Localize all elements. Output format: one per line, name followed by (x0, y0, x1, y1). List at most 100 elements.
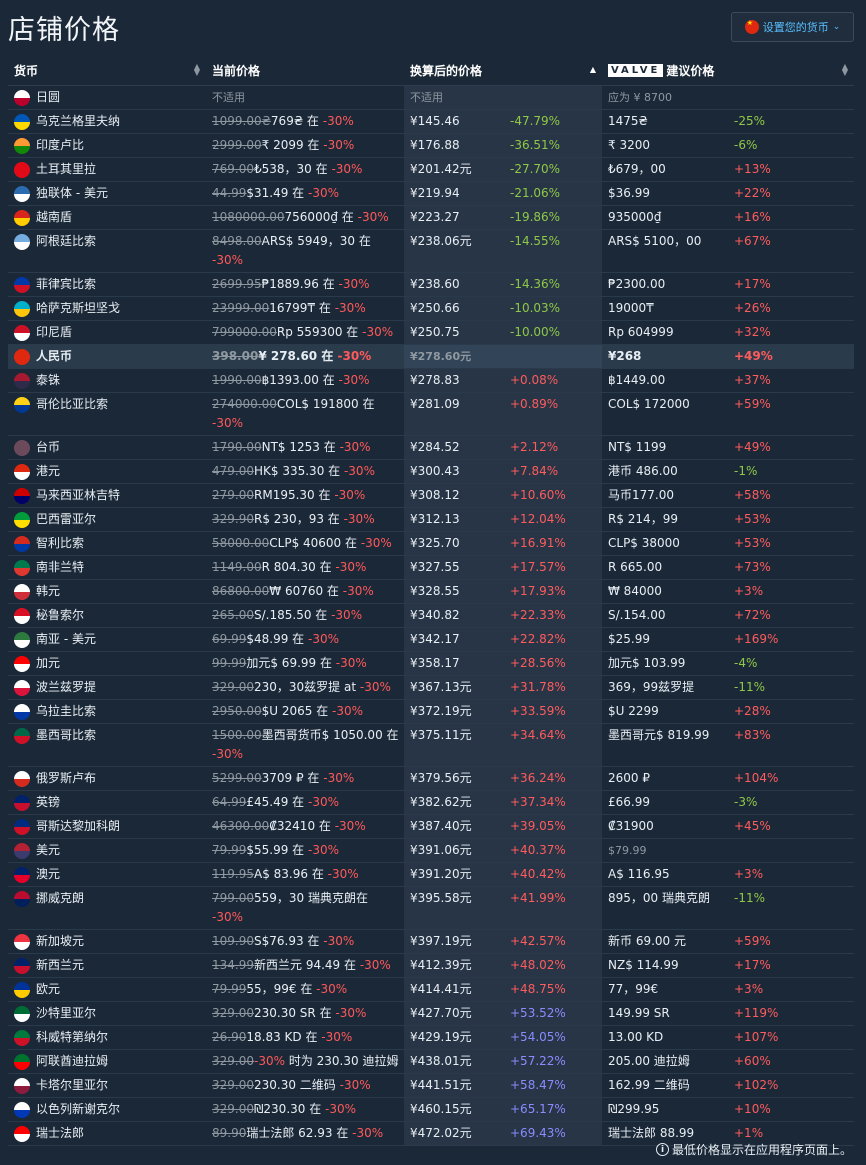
sale-price: $55.99 在 (246, 843, 308, 857)
converted-diff-cell: +17.57% (504, 556, 602, 579)
sale-price: $U 2065 在 (261, 704, 333, 718)
converted-diff: -27.70% (510, 162, 561, 176)
discount-label: -30% (316, 982, 348, 996)
converted-diff-cell: +57.22% (504, 1050, 602, 1073)
recommended-price: 墨西哥元$ 819.99 (608, 728, 710, 742)
converted-diff-cell: +39.05% (504, 815, 602, 838)
recommended-diff: +49% (734, 440, 771, 454)
converted-price-cell: ¥238.06元 (404, 230, 504, 272)
current-price-cell: 398.00¥ 278.60 在 -30% (206, 345, 404, 368)
flag-icon (14, 536, 30, 552)
recommended-diff: +37% (734, 373, 771, 387)
sale-price: RM195.30 在 (254, 488, 335, 502)
recommended-diff-cell: +119% (728, 1002, 854, 1025)
currency-name: 菲律宾比索 (36, 277, 97, 291)
original-price: 479.00 (212, 464, 254, 478)
currency-name: 泰铢 (36, 373, 61, 387)
currency-cell: 日圆 (8, 86, 206, 109)
currency-cell: 人民币 (8, 345, 206, 368)
converted-diff-cell: +31.78% (504, 676, 602, 699)
set-currency-button[interactable]: 设置您的货币 ⌄ (731, 12, 854, 42)
table-row: 乌克兰格里夫纳 1099.00₴769₴ 在 -30% ¥145.46 -47.… (8, 110, 854, 134)
recommended-diff: -3% (734, 795, 758, 809)
recommended-price: 13.00 KD (608, 1030, 664, 1044)
converted-price-cell: ¥278.83 (404, 369, 504, 392)
recommended-price: R 665.00 (608, 560, 663, 574)
header-converted-price[interactable]: 换算后的价格 ▲ (404, 56, 602, 85)
recommended-price: $U 2299 (608, 704, 659, 718)
converted-diff: +17.93% (510, 584, 566, 598)
recommended-price: Rp 604999 (608, 325, 674, 339)
sale-price: 559，30 瑞典克朗在 (254, 891, 368, 905)
sale-price: $31.49 在 (246, 186, 308, 200)
currency-cell: 沙特里亚尔 (8, 1002, 206, 1025)
currency-cell: 加元 (8, 652, 206, 675)
current-price-cell: 8498.00ARS$ 5949，30 在 -30% (206, 230, 404, 272)
recommended-price-cell: ₺679，00 (602, 158, 728, 181)
recommended-price-cell: R 665.00 (602, 556, 728, 579)
table-row: 欧元 79.9955，99€ 在 -30% ¥414.41元 +48.75% 7… (8, 978, 854, 1002)
converted-price-cell: ¥281.09 (404, 393, 504, 435)
table-row: 墨西哥比索 1500.00墨西哥货币$ 1050.00 在 -30% ¥375.… (8, 724, 854, 767)
current-price-cell: 329.00230，30兹罗提 at -30% (206, 676, 404, 699)
converted-diff-cell: -14.55% (504, 230, 602, 272)
converted-price-cell: ¥284.52 (404, 436, 504, 459)
converted-price-cell: ¥460.15元 (404, 1098, 504, 1121)
recommended-diff: +102% (734, 1078, 779, 1092)
currency-name: 人民币 (36, 349, 73, 363)
converted-diff-cell: +69.43% (504, 1122, 602, 1145)
sale-price: 加元$ 69.99 在 (246, 656, 336, 670)
sort-asc-icon[interactable]: ▲ (590, 66, 596, 74)
recommended-price-cell: 19000₸ (602, 297, 728, 320)
recommended-price-cell: ARS$ 5100，00 (602, 230, 728, 272)
currency-cell: 新加坡元 (8, 930, 206, 953)
converted-diff: +40.37% (510, 843, 566, 857)
flag-icon (14, 1078, 30, 1094)
recommended-price: ARS$ 5100，00 (608, 234, 702, 248)
sort-icon[interactable]: ▲ ▼ (842, 63, 848, 77)
sort-icon[interactable]: ▲ ▼ (194, 63, 200, 77)
converted-diff: -10.03% (510, 301, 561, 315)
table-row: 澳元 119.95A$ 83.96 在 -30% ¥391.20元 +40.42… (8, 863, 854, 887)
current-price-cell: 69.99$48.99 在 -30% (206, 628, 404, 651)
converted-diff-cell: -14.36% (504, 273, 602, 296)
table-row: 独联体 - 美元 44.99$31.49 在 -30% ¥219.94 -21.… (8, 182, 854, 206)
converted-price-cell: ¥429.19元 (404, 1026, 504, 1049)
discount-label: -30% (322, 114, 354, 128)
converted-diff: +10.60% (510, 488, 566, 502)
recommended-diff: +169% (734, 632, 779, 646)
original-price: 769.00 (212, 162, 254, 176)
header-recommended-price[interactable]: VALVE 建议价格 ▲ ▼ (602, 56, 854, 85)
flag-icon (14, 488, 30, 504)
original-price: 329.00 (212, 1102, 254, 1116)
recommended-diff-cell: +28% (728, 700, 854, 723)
recommended-price: COL$ 172000 (608, 397, 690, 411)
converted-diff-cell: -10.00% (504, 321, 602, 344)
header-currency[interactable]: 货币 ▲ ▼ (8, 56, 206, 85)
recommended-diff-cell: +169% (728, 628, 854, 651)
currency-name: 智利比索 (36, 536, 85, 550)
converted-diff: +54.05% (510, 1030, 566, 1044)
flag-icon (14, 934, 30, 950)
current-price-cell: 109.90S$76.93 在 -30% (206, 930, 404, 953)
currency-name: 以色列新谢克尔 (36, 1102, 121, 1116)
table-row: 日圆 不适用 不适用 应为 ¥ 8700 (8, 86, 854, 110)
recommended-diff: +73% (734, 560, 771, 574)
flag-icon (14, 277, 30, 293)
flag-icon (14, 680, 30, 696)
recommended-price: 369，99兹罗提 (608, 680, 695, 694)
recommended-diff: +58% (734, 488, 771, 502)
currency-cell: 美元 (8, 839, 206, 862)
discount-label: -30% (254, 1054, 286, 1068)
converted-diff-cell: +40.42% (504, 863, 602, 886)
table-row: 人民币 398.00¥ 278.60 在 -30% ¥278.60元 ¥268 … (8, 345, 854, 369)
currency-name: 土耳其里拉 (36, 162, 97, 176)
flag-icon (14, 373, 30, 389)
recommended-diff-cell: -4% (728, 652, 854, 675)
converted-diff-cell: -27.70% (504, 158, 602, 181)
header-current-price[interactable]: 当前价格 (206, 56, 404, 85)
currency-cell: 挪威克朗 (8, 887, 206, 929)
converted-diff: +42.57% (510, 934, 566, 948)
recommended-price-cell: 13.00 KD (602, 1026, 728, 1049)
currency-name: 越南盾 (36, 210, 73, 224)
